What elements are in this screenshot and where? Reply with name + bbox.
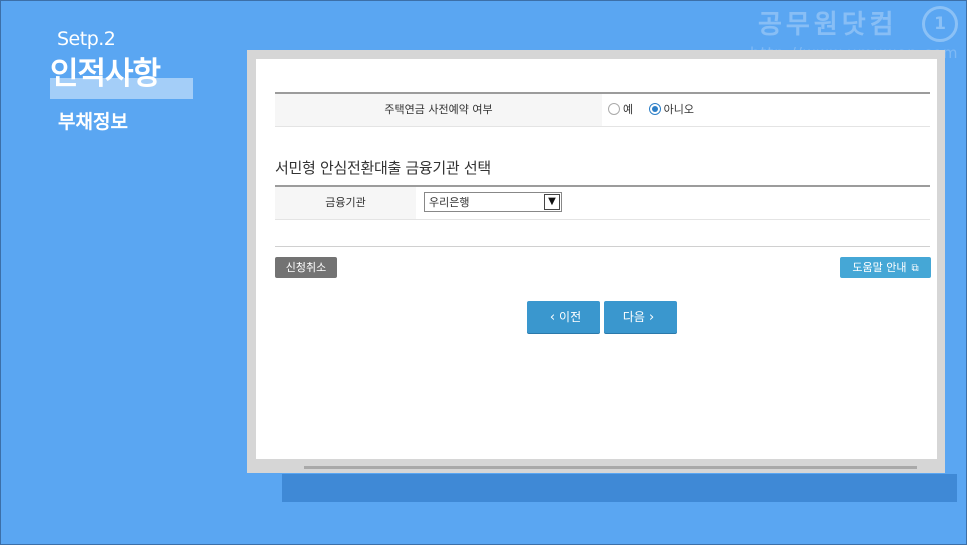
radio-yes[interactable] [608, 103, 620, 115]
scroll-track [304, 466, 917, 469]
institution-row: 금융기관 우리은행 ▼ [275, 185, 930, 220]
radio-no[interactable] [648, 103, 661, 115]
step-subtitle: 부채정보 [58, 111, 128, 133]
reservation-row: 주택연금 사전예약 여부 예 아니오 [275, 92, 930, 127]
chevron-right-icon: › [648, 310, 655, 325]
institution-label: 금융기관 [275, 187, 416, 219]
section-divider [275, 246, 930, 247]
chevron-down-icon[interactable]: ▼ [544, 194, 560, 210]
section-title: 서민형 안심전환대출 금융기관 선택 [275, 159, 491, 177]
institution-selected-value: 우리은행 [429, 196, 470, 209]
window-shadow [282, 474, 957, 502]
prev-button[interactable]: ‹ 이전 [527, 301, 600, 333]
institution-select[interactable]: 우리은행 ▼ [424, 192, 562, 212]
step-label: Setp.2 [57, 28, 116, 50]
prev-button-label: 이전 [559, 310, 582, 324]
watermark-logo: 1 [922, 6, 958, 42]
watermark-text: 공무원닷컴 [758, 10, 898, 40]
next-button[interactable]: 다음 › [604, 301, 677, 333]
cancel-application-button[interactable]: 신청취소 [275, 257, 337, 278]
next-button-label: 다음 [622, 310, 645, 324]
help-guide-button[interactable]: 도움말 안내 ⧉ [840, 257, 931, 278]
help-button-label: 도움말 안내 [852, 261, 907, 274]
reservation-radio-group: 예 아니오 [608, 101, 706, 117]
chevron-left-icon: ‹ [549, 310, 556, 325]
external-link-icon: ⧉ [911, 263, 919, 274]
radio-yes-label[interactable]: 예 [623, 103, 633, 116]
cancel-button-label: 신청취소 [285, 261, 327, 274]
reservation-label: 주택연금 사전예약 여부 [275, 94, 602, 126]
step-title: 인적사항 [50, 56, 161, 92]
radio-no-label[interactable]: 아니오 [664, 103, 694, 116]
